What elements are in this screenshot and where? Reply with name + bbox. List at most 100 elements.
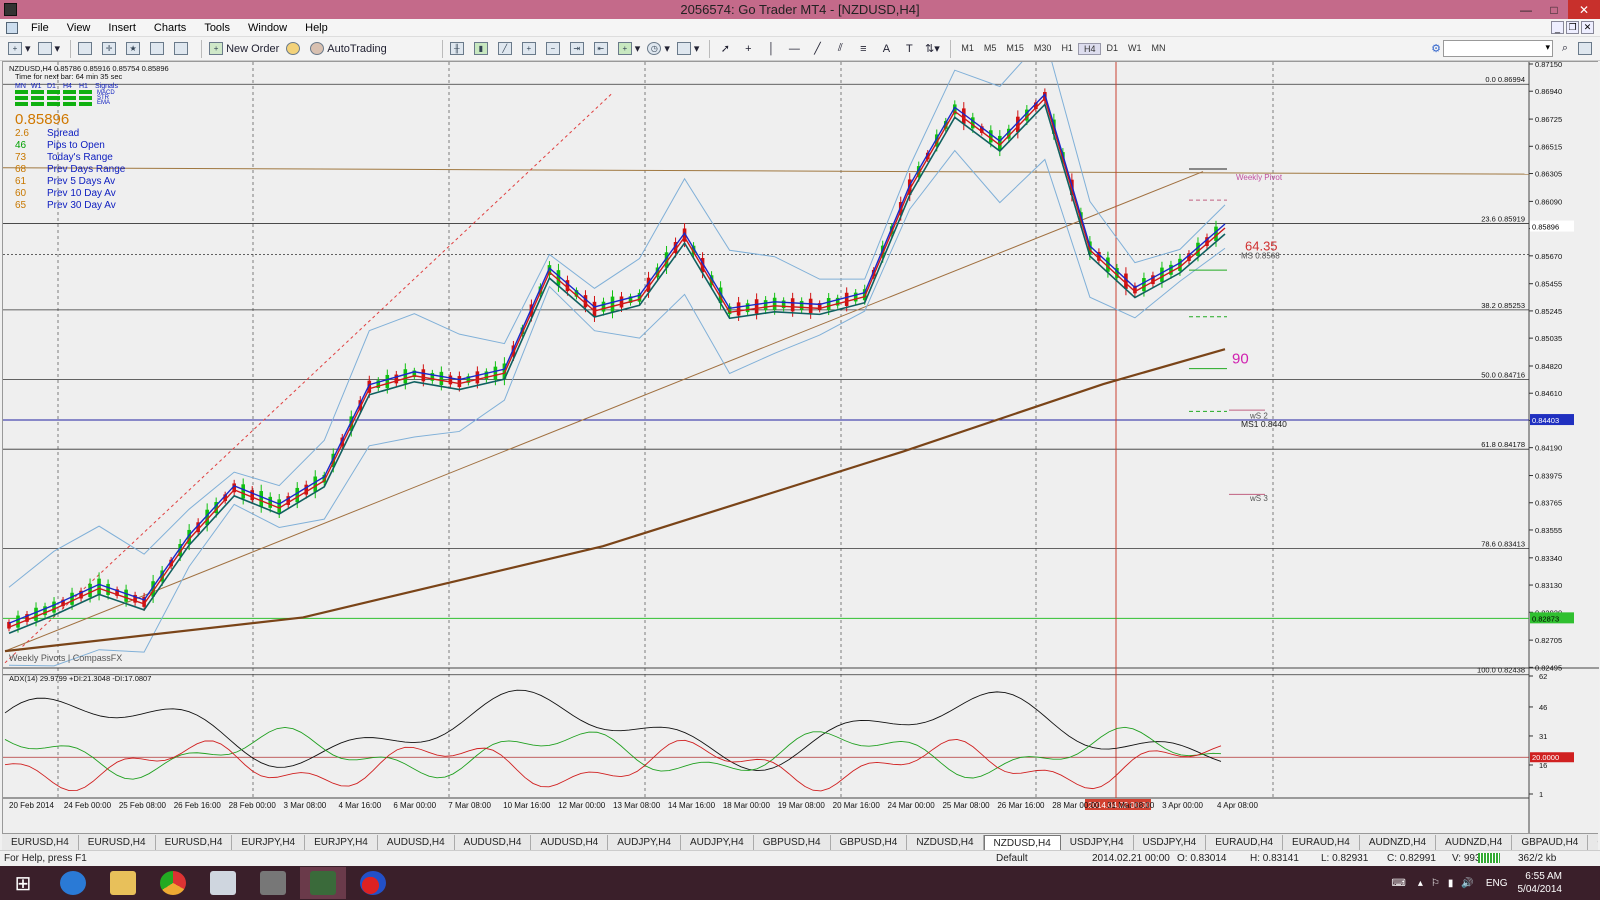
chart-tab[interactable]: AUDUSD,H4 (455, 834, 532, 850)
menu-help[interactable]: Help (296, 22, 337, 34)
trendline-button[interactable]: ╱ (807, 40, 827, 58)
chart-tab[interactable]: EURUSD,H4 (79, 834, 156, 850)
menu-view[interactable]: View (58, 22, 100, 34)
start-button[interactable]: ⊞ (0, 867, 46, 899)
chart-tab[interactable]: EURUSD,H4 (156, 834, 233, 850)
data-window-button[interactable]: ✛ (100, 40, 121, 58)
tester-button[interactable] (172, 40, 193, 58)
zoom-out-button[interactable]: − (544, 40, 565, 58)
taskbar-ie[interactable] (50, 867, 96, 899)
timeframe-mn[interactable]: MN (1146, 43, 1170, 55)
navigator-button[interactable]: ★ (124, 40, 145, 58)
maximize-button[interactable]: □ (1540, 0, 1568, 19)
timeframe-m1[interactable]: M1 (956, 43, 979, 55)
menu-file[interactable]: File (22, 22, 58, 34)
clock[interactable]: 6:55 AM 5/04/2014 (1518, 870, 1563, 896)
menu-charts[interactable]: Charts (145, 22, 195, 34)
price-tick-label: 0.85245 (1535, 307, 1562, 316)
text-label-button[interactable]: T (899, 40, 919, 58)
cursor-button[interactable]: ➚ (715, 40, 735, 58)
ms1-label: MS1 0.8440 (1241, 419, 1287, 429)
chart-tab[interactable]: GBPAUD,H4 (1588, 835, 1598, 850)
timeframe-m30[interactable]: M30 (1029, 43, 1057, 55)
arrows-button[interactable]: ⇅▾ (922, 40, 942, 58)
chart-tab[interactable]: GBPUSD,H4 (831, 834, 908, 850)
menu-insert[interactable]: Insert (99, 22, 145, 34)
timeframe-d1[interactable]: D1 (1101, 43, 1123, 55)
chart-tab[interactable]: NZDUSD,H4 (983, 834, 1061, 850)
search-button[interactable]: ⌕ (1555, 40, 1575, 58)
chart-tab[interactable]: EURJPY,H4 (232, 834, 306, 850)
bar-chart-button[interactable]: ╫ (448, 40, 469, 58)
close-button[interactable]: ✕ (1568, 0, 1600, 19)
menu-window[interactable]: Window (239, 22, 296, 34)
text-button[interactable]: A (876, 40, 896, 58)
tray-up-icon[interactable]: ▴ (1418, 878, 1423, 889)
line-chart-button[interactable]: ╱ (496, 40, 517, 58)
price-chart[interactable]: 0.0 0.86994 23.6 0.85919 38.2 0.85253 50.0 … (2, 35, 1599, 834)
keyboard-icon[interactable]: ⌨ (1391, 878, 1405, 889)
search-input[interactable]: ▾ (1443, 40, 1553, 57)
price-tick-label: 0.83555 (1535, 526, 1562, 535)
autotrading-button[interactable]: AutoTrading (308, 40, 389, 58)
market-watch-button[interactable] (76, 40, 97, 58)
timeframe-w1[interactable]: W1 (1123, 43, 1147, 55)
candlestick-button[interactable]: ▮ (472, 40, 493, 58)
menu-tools[interactable]: Tools (195, 22, 239, 34)
chart-tab[interactable]: EURJPY,H4 (305, 834, 378, 850)
flag-icon[interactable]: ⚐ (1431, 878, 1440, 889)
profiles-button[interactable]: ▾ (36, 40, 63, 58)
time-tick-label: 19 Mar 08:00 (778, 801, 826, 810)
timeframe-m15[interactable]: M15 (1001, 43, 1029, 55)
fibonacci-button[interactable]: ≡ (853, 40, 873, 58)
chart-tab[interactable]: AUDUSD,H4 (378, 834, 455, 850)
templates-button[interactable]: ▾ (675, 40, 702, 58)
channel-button[interactable]: ⫽ (830, 40, 850, 58)
chart-tab[interactable]: GBPUSD,H4 (754, 834, 831, 850)
separator (950, 39, 952, 58)
chart-shift-button[interactable]: ⇤ (592, 40, 613, 58)
network-icon[interactable]: ▮ (1448, 878, 1454, 889)
chart-tab[interactable]: NZDUSD,H4 (907, 834, 984, 850)
chart-tab[interactable]: EURAUD,H4 (1206, 834, 1284, 850)
timeframe-m5[interactable]: M5 (979, 43, 1002, 55)
new-order-button[interactable]: + New Order (207, 40, 281, 58)
vertical-line-button[interactable]: │ (761, 40, 781, 58)
minimize-button[interactable]: — (1512, 0, 1540, 19)
mdi-restore-button[interactable]: ❐ (1566, 21, 1579, 34)
metaeditor-button[interactable] (284, 40, 305, 58)
chart-tab[interactable]: EURUSD,H4 (2, 834, 79, 850)
language-indicator[interactable]: ENG (1486, 878, 1508, 889)
stat-value: 68 (15, 164, 27, 175)
community-button[interactable] (1576, 40, 1597, 58)
taskbar-explorer[interactable] (100, 867, 146, 899)
chart-tab[interactable]: AUDJPY,H4 (608, 834, 681, 850)
terminal-button[interactable] (148, 40, 169, 58)
crosshair-button[interactable]: + (738, 40, 758, 58)
chart-tab[interactable]: USDJPY,H4 (1061, 834, 1134, 850)
taskbar-mt4[interactable] (300, 867, 346, 899)
volume-icon[interactable]: 🔊 (1461, 878, 1473, 889)
taskbar-recorder[interactable] (350, 867, 396, 899)
new-chart-button[interactable]: + ▾ (6, 40, 33, 58)
taskbar-calculator[interactable] (200, 867, 246, 899)
mdi-close-button[interactable]: ✕ (1581, 21, 1594, 34)
mdi-minimize-button[interactable]: _ (1551, 21, 1564, 34)
indicators-button[interactable]: + ▾ (616, 40, 643, 58)
chart-window[interactable]: 0.0 0.86994 23.6 0.85919 38.2 0.85253 50.0 … (2, 35, 1599, 834)
autoscroll-button[interactable]: ⇥ (568, 40, 589, 58)
taskbar-chrome[interactable] (150, 867, 196, 899)
horizontal-line-button[interactable]: — (784, 40, 804, 58)
taskbar-app[interactable] (250, 867, 296, 899)
chart-tab[interactable]: AUDJPY,H4 (681, 834, 754, 850)
chart-tab[interactable]: USDJPY,H4 (1134, 834, 1207, 850)
chart-tab[interactable]: AUDNZD,H4 (1360, 834, 1437, 850)
chart-tab[interactable]: AUDUSD,H4 (531, 834, 609, 850)
timeframe-h4[interactable]: H4 (1077, 42, 1102, 55)
timeframe-h1[interactable]: H1 (1056, 43, 1078, 55)
chart-tab[interactable]: GBPAUD,H4 (1512, 834, 1589, 850)
chart-tab[interactable]: EURAUD,H4 (1283, 834, 1360, 850)
chart-tab[interactable]: AUDNZD,H4 (1436, 834, 1513, 850)
periods-button[interactable]: ◷ ▾ (645, 40, 672, 58)
zoom-in-button[interactable]: + (520, 40, 541, 58)
